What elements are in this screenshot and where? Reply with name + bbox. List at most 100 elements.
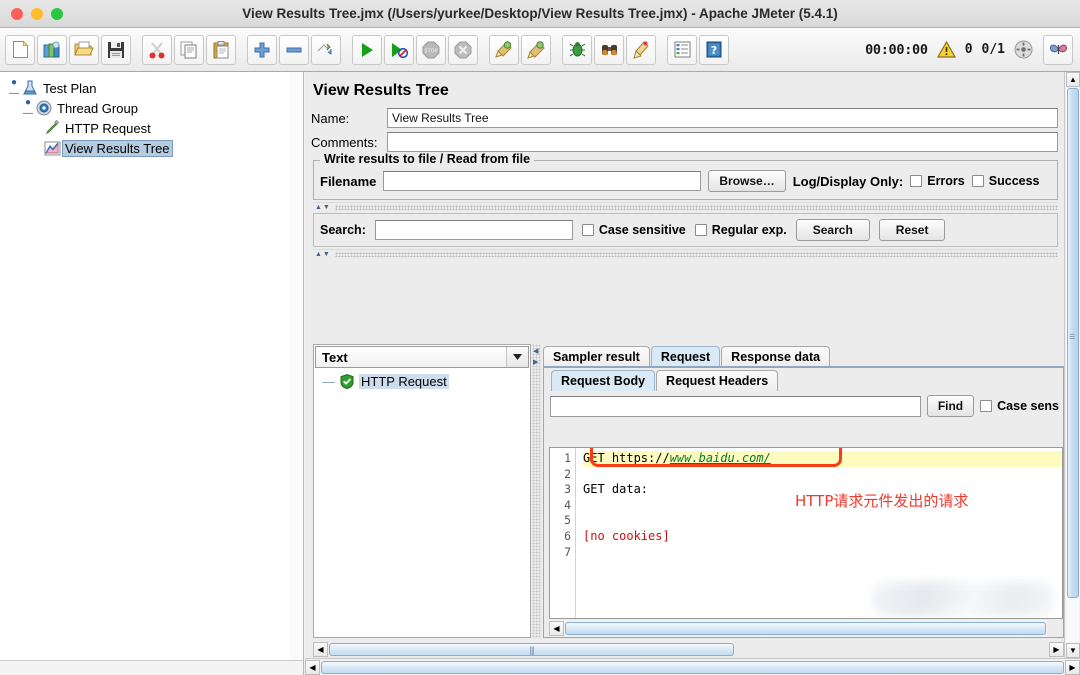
thread-count: 0/1	[981, 42, 1005, 57]
warning-icon[interactable]	[936, 41, 956, 58]
find-button[interactable]: Find	[926, 395, 975, 417]
expand-handle-icon[interactable]: ●—	[8, 77, 20, 99]
toggle-button[interactable]	[311, 34, 341, 65]
tree-node-view-results-tree[interactable]: View Results Tree	[8, 138, 303, 158]
code-text: GET https://	[583, 451, 670, 465]
fileset-splitter[interactable]: ▲▼	[313, 202, 1058, 211]
function-helper-button[interactable]	[562, 34, 592, 65]
scroll-right-arrow-icon[interactable]: ▶	[1049, 642, 1064, 657]
find-input[interactable]	[550, 395, 921, 417]
stop-button[interactable]: STOP	[416, 34, 446, 65]
shutdown-button[interactable]	[448, 34, 478, 65]
tab-response-data[interactable]: Response data	[721, 346, 831, 367]
checkbox-box[interactable]	[971, 175, 984, 187]
results-vertical-splitter[interactable]: ◀ ▶	[532, 344, 541, 638]
splitter-grip[interactable]	[334, 204, 1058, 210]
search-button[interactable]	[594, 34, 624, 65]
tab-request[interactable]: Request	[650, 346, 721, 367]
renderer-select[interactable]: Text	[315, 346, 529, 368]
search-case-sensitive-checkbox[interactable]: Case sensitive	[581, 223, 686, 237]
search-input[interactable]	[374, 220, 573, 240]
code-horizontal-scrollbar[interactable]: ◀	[549, 620, 1047, 637]
tree-horizontal-scrollbar[interactable]	[0, 660, 303, 675]
start-no-pauses-button[interactable]	[384, 34, 414, 65]
open-button[interactable]	[69, 34, 99, 65]
chevron-down-icon[interactable]	[506, 347, 528, 367]
name-row: Name: View Results Tree	[305, 106, 1064, 130]
tab-request-body[interactable]: Request Body	[551, 370, 656, 391]
tab-request-headers[interactable]: Request Headers	[656, 370, 779, 391]
checkbox-box[interactable]	[980, 400, 993, 412]
result-list-item[interactable]: — HTTP Request	[314, 369, 530, 389]
regular-exp-label: Regular exp.	[711, 223, 787, 237]
tree-node-thread-group[interactable]: ●— Thread Group	[8, 97, 303, 119]
clear-all-button[interactable]	[521, 34, 551, 65]
right-pane-vertical-scrollbar[interactable]: ▲ ☰ ▼	[1064, 72, 1080, 658]
plus-icon	[254, 42, 270, 57]
request-url-link[interactable]: www.baidu.com/	[670, 451, 771, 465]
tab-sampler-result[interactable]: Sampler result	[543, 346, 650, 367]
filename-label: Filename	[320, 173, 377, 189]
tree-node-http-request[interactable]: HTTP Request	[8, 118, 303, 138]
start-button[interactable]	[352, 34, 382, 65]
result-detail-tabs: Sampler result Request Response data Req…	[543, 344, 1064, 638]
code-content[interactable]: GET https://www.baidu.com/ GET data: [no…	[576, 448, 1062, 618]
scroll-right-arrow-icon[interactable]: ▶	[1065, 659, 1080, 675]
errors-checkbox[interactable]: Errors	[910, 174, 965, 188]
find-case-sensitive-checkbox[interactable]: Case sens	[980, 399, 1059, 413]
lower-bottom-scrollbar[interactable]: ◀ ||| ▶	[313, 641, 1064, 658]
success-checkbox[interactable]: Success	[971, 174, 1040, 188]
reset-search-button[interactable]	[626, 34, 656, 65]
collapse-all-button[interactable]	[279, 34, 309, 65]
elapsed-time: 00:00:00	[865, 41, 928, 58]
scroll-left-arrow-icon[interactable]: ◀	[305, 659, 320, 675]
scroll-thumb[interactable]: ☰	[1067, 88, 1079, 598]
search-bar: Search: Case sensitive Regular exp. Sear…	[313, 213, 1058, 247]
checkbox-box[interactable]	[910, 175, 923, 187]
right-pane-horizontal-scrollbar[interactable]: ◀ ▶	[305, 658, 1080, 675]
scroll-thumb[interactable]	[565, 622, 1046, 635]
splitter-left-arrow-icon[interactable]: ◀	[533, 347, 538, 355]
splitter-grip[interactable]	[334, 251, 1058, 257]
success-label: Success	[988, 174, 1040, 188]
cut-button[interactable]	[142, 34, 172, 65]
expand-handle-icon[interactable]: ●—	[22, 97, 34, 119]
reset-button[interactable]: Reset	[878, 219, 946, 241]
save-button[interactable]	[101, 34, 131, 65]
search-splitter[interactable]: ▲▼	[313, 249, 1058, 258]
log-viewer-button[interactable]	[667, 34, 697, 65]
clear-button[interactable]	[489, 34, 519, 65]
scroll-left-arrow-icon[interactable]: ◀	[549, 621, 564, 636]
new-button[interactable]	[5, 34, 35, 65]
name-input[interactable]: View Results Tree	[387, 108, 1058, 128]
checkbox-box[interactable]	[581, 224, 594, 236]
checkbox-box[interactable]	[694, 224, 707, 236]
paste-button[interactable]	[206, 34, 236, 65]
templates-button[interactable]	[37, 34, 67, 65]
splitter-right-arrow-icon[interactable]: ▶	[533, 358, 538, 366]
search-regex-checkbox[interactable]: Regular exp.	[694, 223, 787, 237]
filename-input[interactable]	[383, 171, 702, 191]
splitter-arrows-icon[interactable]: ▲▼	[313, 204, 331, 211]
scroll-up-arrow-icon[interactable]: ▲	[1066, 72, 1080, 87]
scroll-down-arrow-icon[interactable]: ▼	[1066, 643, 1080, 658]
expand-all-button[interactable]	[247, 34, 277, 65]
renderer-selected-value: Text	[322, 349, 348, 365]
scroll-left-arrow-icon[interactable]: ◀	[313, 642, 328, 657]
results-list-panel: Text — HTTP Request	[313, 344, 531, 638]
scroll-thumb[interactable]	[321, 660, 1064, 674]
test-plan-tree: ●— Test Plan ●— Thread Group HTTP Reques…	[0, 72, 303, 158]
remote-status-icon[interactable]	[1014, 40, 1033, 59]
comments-input[interactable]	[387, 132, 1058, 152]
request-body-viewer[interactable]: 1 2 3 4 5 6 7 GET https://www.baidu.com/	[549, 447, 1063, 619]
search-button[interactable]: Search	[795, 219, 870, 241]
help-button[interactable]: ?	[699, 34, 729, 65]
scroll-thumb[interactable]: |||	[329, 643, 734, 656]
browse-button[interactable]: Browse…	[708, 170, 786, 192]
tree-vertical-scrollbar[interactable]	[289, 72, 303, 661]
copy-button[interactable]	[174, 34, 204, 65]
tree-node-test-plan[interactable]: ●— Test Plan	[8, 77, 303, 99]
butterfly-icon[interactable]	[1043, 34, 1073, 65]
splitter-arrows-icon[interactable]: ▲▼	[313, 251, 331, 258]
